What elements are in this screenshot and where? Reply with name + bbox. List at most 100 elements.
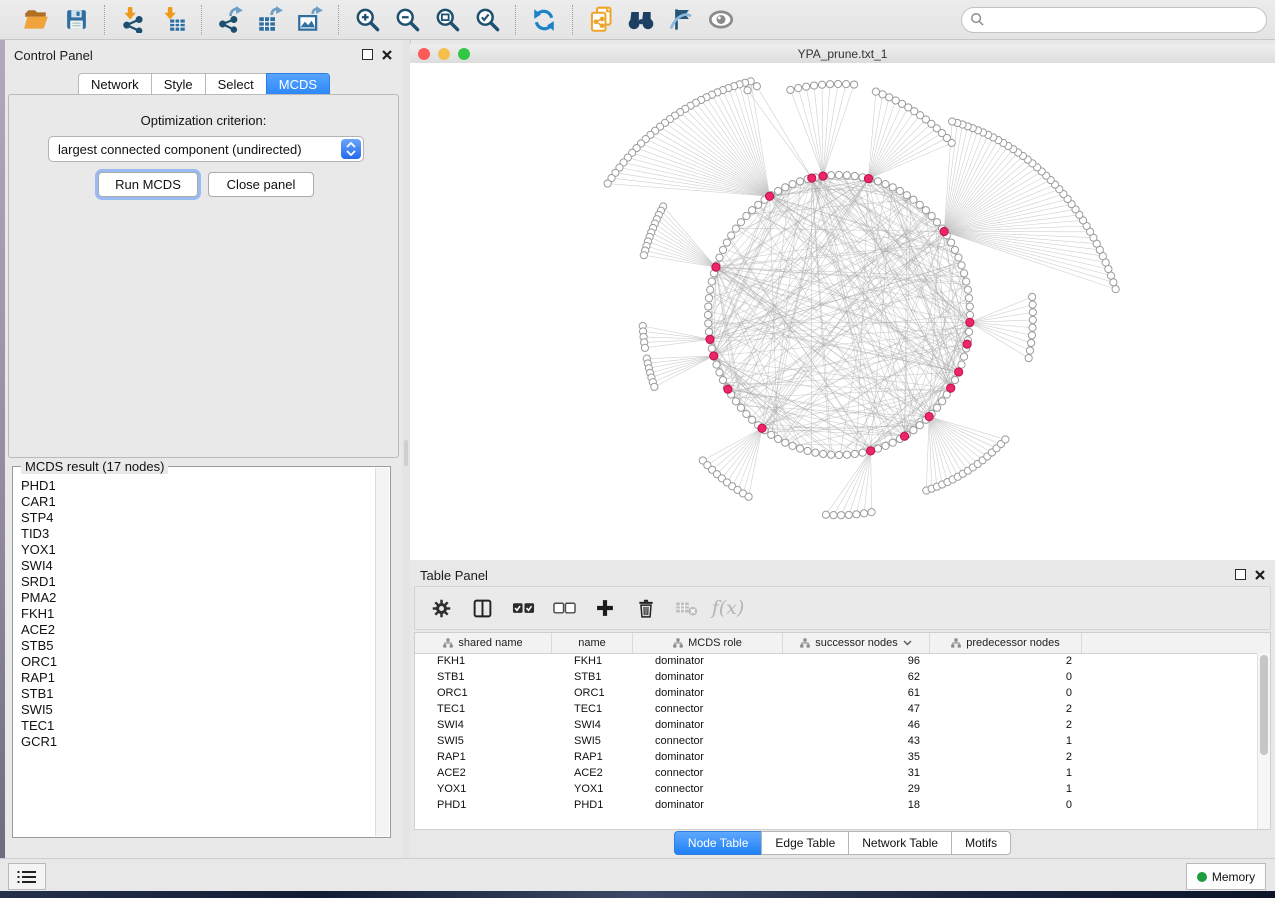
add-column-button[interactable]	[593, 596, 617, 620]
close-panel-button[interactable]: Close panel	[208, 172, 314, 197]
first-neighbors-button[interactable]	[626, 5, 656, 35]
table-cell[interactable]: 35	[783, 751, 930, 763]
table-cell[interactable]: ORC1	[415, 687, 552, 699]
table-row[interactable]: STB1STB1dominator620	[415, 669, 1258, 685]
table-row[interactable]: ACE2ACE2connector311	[415, 765, 1258, 781]
table-cell[interactable]: RAP1	[415, 751, 552, 763]
table-scrollbar[interactable]	[1257, 653, 1270, 829]
tab-style[interactable]: Style	[151, 73, 205, 96]
table-cell[interactable]: connector	[633, 783, 783, 795]
select-all-rows-button[interactable]	[511, 596, 535, 620]
run-mcds-button[interactable]: Run MCDS	[98, 172, 198, 197]
zoom-out-button[interactable]	[392, 5, 422, 35]
table-cell[interactable]: SWI4	[552, 719, 633, 731]
result-node-item[interactable]: CAR1	[21, 494, 376, 510]
table-cell[interactable]: FKH1	[415, 655, 552, 667]
table-row[interactable]: YOX1YOX1connector291	[415, 781, 1258, 797]
table-cell[interactable]: SWI5	[415, 735, 552, 747]
hide-selected-button[interactable]	[666, 5, 696, 35]
result-node-item[interactable]: SWI5	[21, 702, 376, 718]
tab-network[interactable]: Network	[78, 73, 151, 96]
show-all-button[interactable]	[706, 5, 736, 35]
function-builder-button-disabled[interactable]: f(x)	[716, 596, 740, 620]
table-cell[interactable]: STB1	[415, 671, 552, 683]
table-cell[interactable]: SWI4	[415, 719, 552, 731]
tab-motifs[interactable]: Motifs	[951, 831, 1011, 855]
network-canvas[interactable]	[410, 63, 1275, 560]
float-window-icon[interactable]	[362, 49, 373, 60]
result-node-item[interactable]: TEC1	[21, 718, 376, 734]
result-node-item[interactable]: STB1	[21, 686, 376, 702]
table-cell[interactable]: dominator	[633, 671, 783, 683]
deselect-all-rows-button[interactable]	[552, 596, 576, 620]
result-node-item[interactable]: ACE2	[21, 622, 376, 638]
scrollbar-thumb[interactable]	[1260, 655, 1268, 755]
search-field[interactable]	[961, 7, 1267, 33]
table-row[interactable]: ORC1ORC1dominator610	[415, 685, 1258, 701]
table-cell[interactable]: 0	[930, 687, 1082, 699]
save-button[interactable]	[61, 5, 91, 35]
apply-layout-button[interactable]	[529, 5, 559, 35]
delete-column-button[interactable]	[634, 596, 658, 620]
table-cell[interactable]: connector	[633, 767, 783, 779]
optimization-criterion-select[interactable]: largest connected component (undirected)	[48, 136, 364, 162]
table-cell[interactable]: YOX1	[415, 783, 552, 795]
zoom-fit-button[interactable]	[432, 5, 462, 35]
tab-network-table[interactable]: Network Table	[848, 831, 951, 855]
table-cell[interactable]: YOX1	[552, 783, 633, 795]
column-view-button[interactable]	[470, 596, 494, 620]
column-header-name[interactable]: name	[552, 633, 633, 653]
table-cell[interactable]: 96	[783, 655, 930, 667]
result-node-item[interactable]: TID3	[21, 526, 376, 542]
open-file-button[interactable]	[21, 5, 51, 35]
table-cell[interactable]: connector	[633, 703, 783, 715]
table-row[interactable]: SWI4SWI4dominator462	[415, 717, 1258, 733]
result-node-item[interactable]: YOX1	[21, 542, 376, 558]
table-cell[interactable]: TEC1	[552, 703, 633, 715]
table-cell[interactable]: 1	[930, 735, 1082, 747]
table-cell[interactable]: FKH1	[552, 655, 633, 667]
table-cell[interactable]: dominator	[633, 719, 783, 731]
tab-edge-table[interactable]: Edge Table	[761, 831, 848, 855]
table-cell[interactable]: 2	[930, 703, 1082, 715]
result-node-item[interactable]: STP4	[21, 510, 376, 526]
table-cell[interactable]: 2	[930, 655, 1082, 667]
table-cell[interactable]: 18	[783, 799, 930, 811]
result-node-item[interactable]: GCR1	[21, 734, 376, 750]
result-node-item[interactable]: PHD1	[21, 478, 376, 494]
column-header-predecessor-nodes[interactable]: predecessor nodes	[930, 633, 1082, 653]
table-cell[interactable]: dominator	[633, 655, 783, 667]
table-cell[interactable]: 31	[783, 767, 930, 779]
table-cell[interactable]: 47	[783, 703, 930, 715]
splitter-grip[interactable]	[404, 440, 408, 466]
table-settings-button[interactable]	[429, 596, 453, 620]
table-cell[interactable]: RAP1	[552, 751, 633, 763]
zoom-selected-button[interactable]	[472, 5, 502, 35]
table-cell[interactable]: ACE2	[552, 767, 633, 779]
table-cell[interactable]: TEC1	[415, 703, 552, 715]
table-cell[interactable]: ACE2	[415, 767, 552, 779]
task-history-button[interactable]	[8, 863, 46, 890]
table-row[interactable]: PHD1PHD1dominator180	[415, 797, 1258, 813]
table-cell[interactable]: STB1	[552, 671, 633, 683]
table-row[interactable]: SWI5SWI5connector431	[415, 733, 1258, 749]
result-node-item[interactable]: RAP1	[21, 670, 376, 686]
table-cell[interactable]: 46	[783, 719, 930, 731]
table-cell[interactable]: 1	[930, 767, 1082, 779]
table-cell[interactable]: dominator	[633, 751, 783, 763]
close-icon[interactable]	[382, 50, 392, 60]
table-cell[interactable]: dominator	[633, 687, 783, 699]
search-input[interactable]	[985, 12, 1258, 28]
table-cell[interactable]: 29	[783, 783, 930, 795]
export-network-button[interactable]	[215, 5, 245, 35]
table-cell[interactable]: 1	[930, 783, 1082, 795]
table-row[interactable]: TEC1TEC1connector472	[415, 701, 1258, 717]
tab-mcds[interactable]: MCDS	[266, 73, 330, 96]
table-cell[interactable]: dominator	[633, 799, 783, 811]
import-network-button[interactable]	[118, 5, 148, 35]
clone-network-button[interactable]	[586, 5, 616, 35]
tab-node-table[interactable]: Node Table	[674, 831, 762, 855]
table-row[interactable]: RAP1RAP1dominator352	[415, 749, 1258, 765]
table-cell[interactable]: SWI5	[552, 735, 633, 747]
table-cell[interactable]: 2	[930, 751, 1082, 763]
